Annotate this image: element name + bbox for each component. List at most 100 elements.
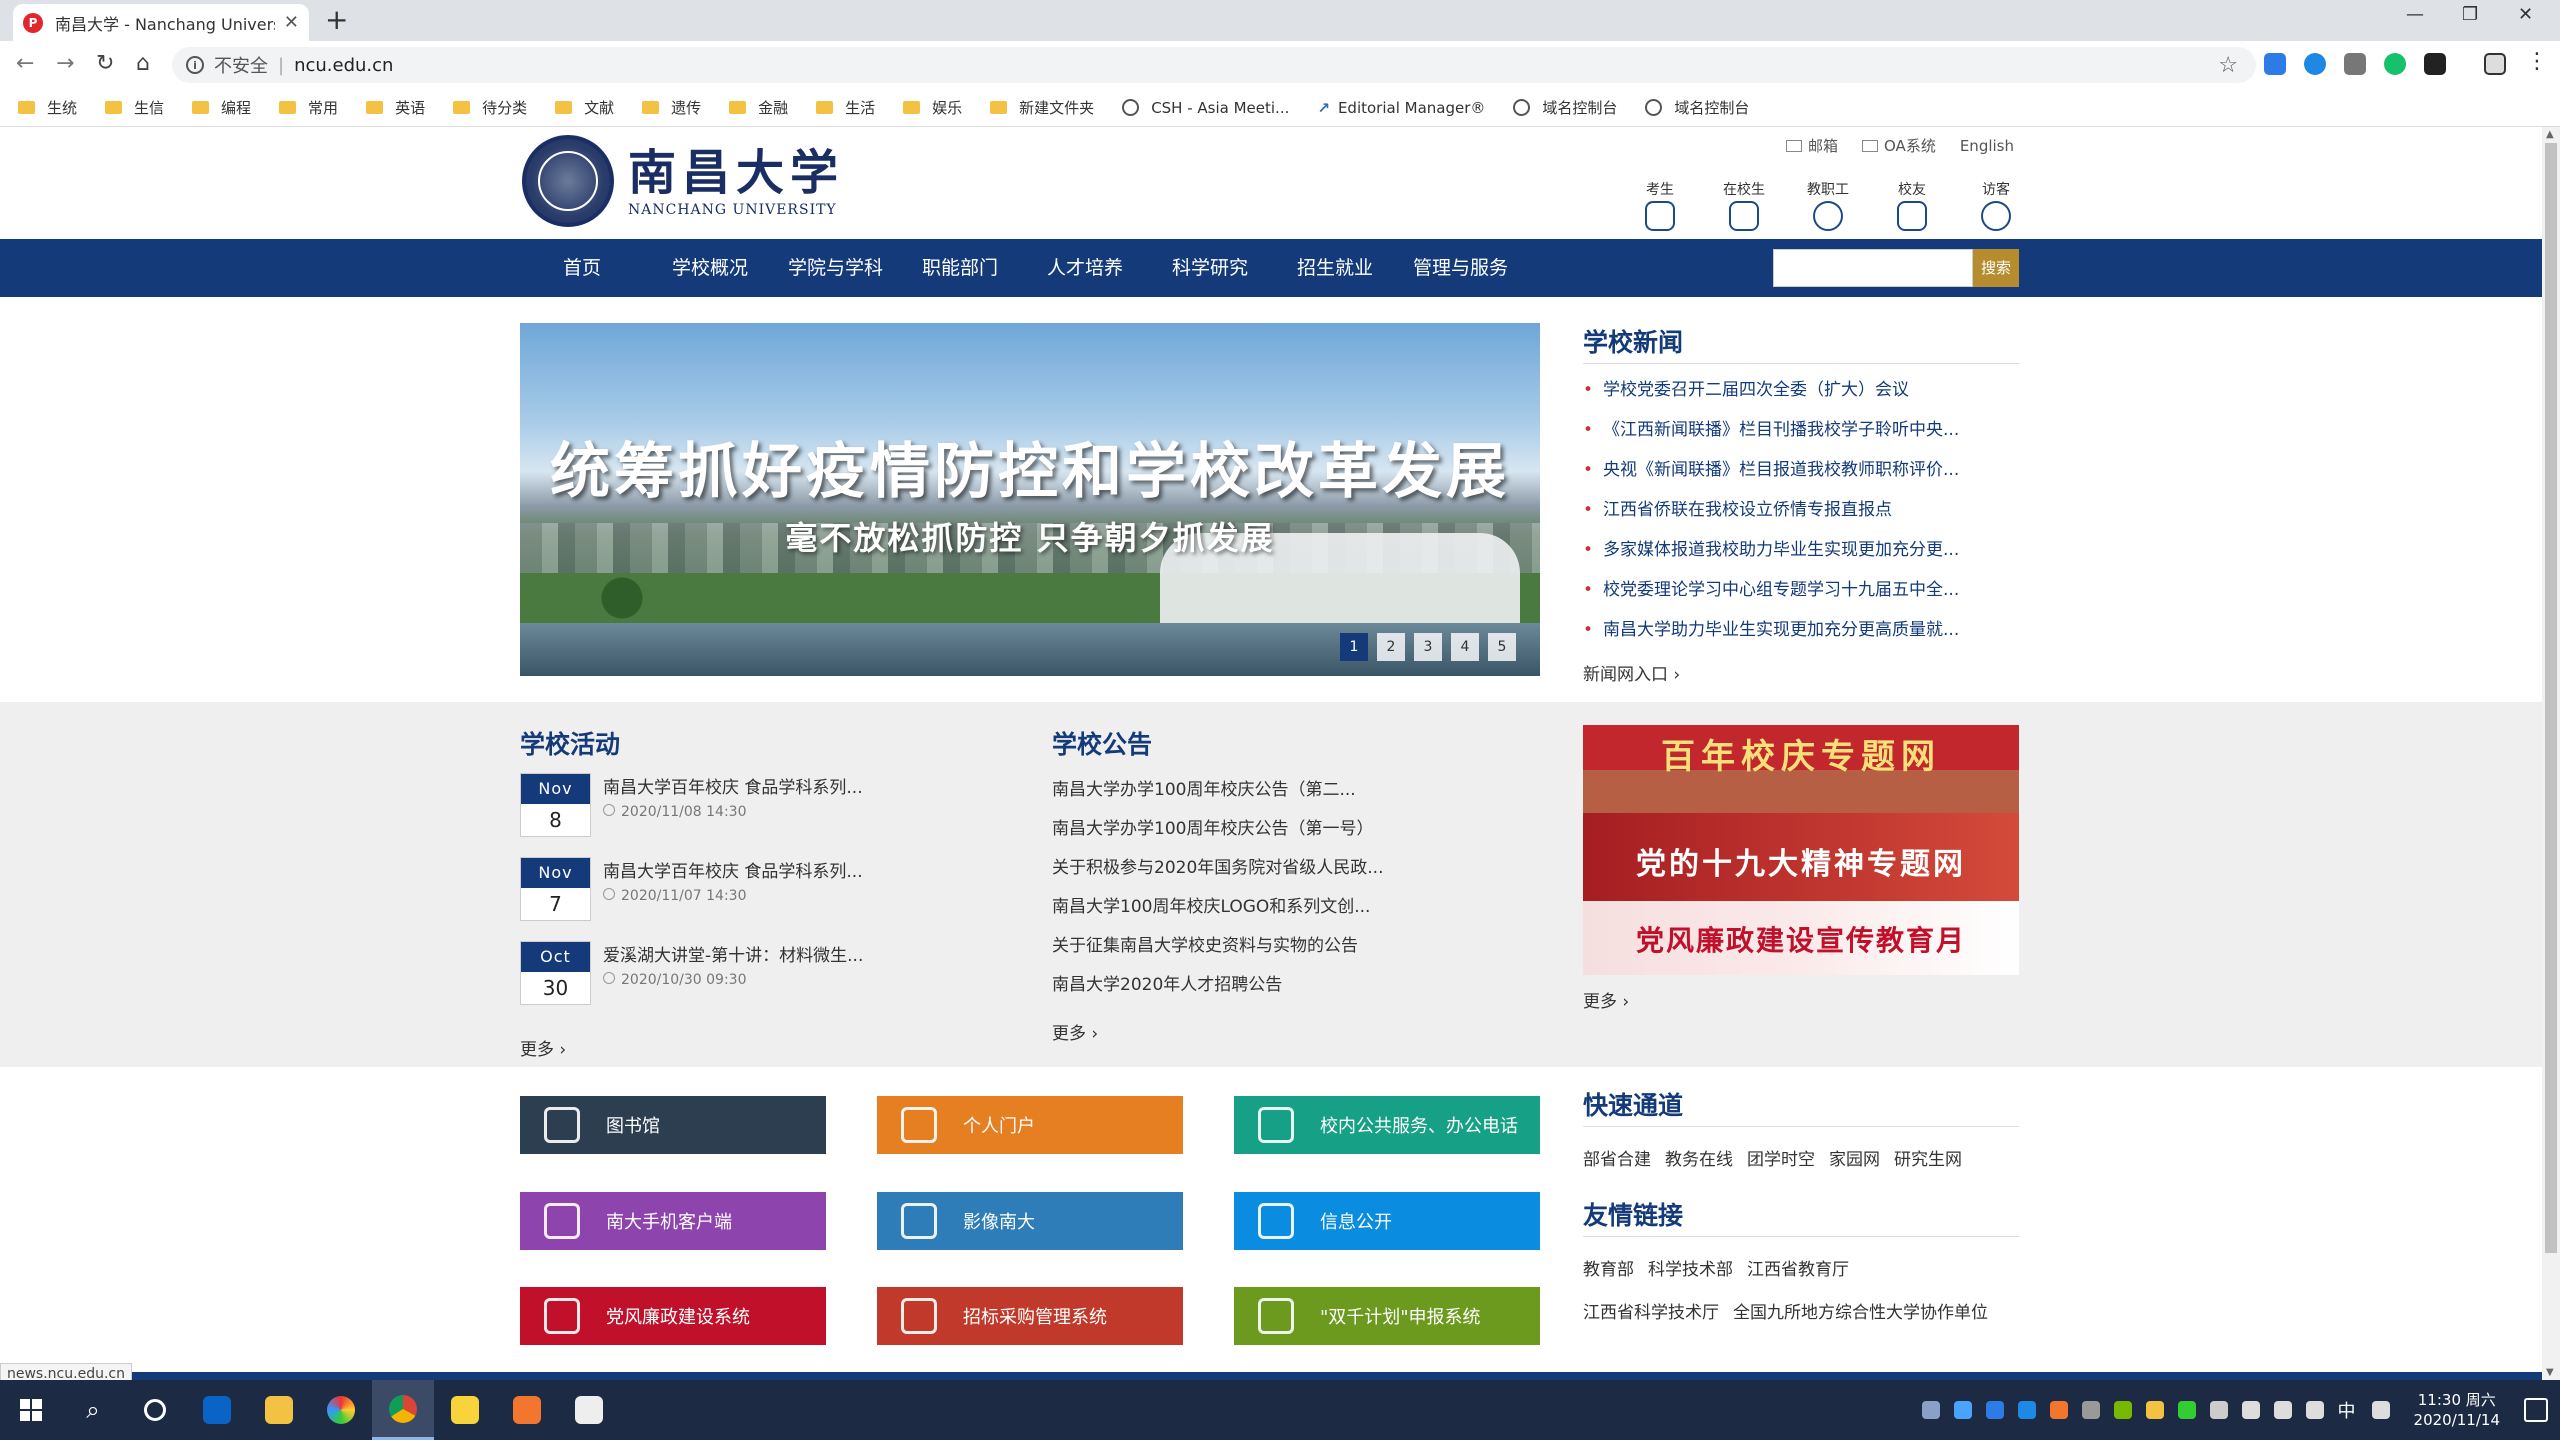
bookmark-item[interactable]: 编程 [192, 97, 251, 118]
news-item[interactable]: • 多家媒体报道我校助力毕业生实现更加充分更... [1583, 530, 2019, 570]
bookmark-item[interactable]: 文献 [555, 97, 614, 118]
party-congress-topic-banner[interactable]: 党的十九大精神专题网 [1583, 813, 2019, 901]
nav-services[interactable]: 管理与服务 [1413, 239, 1508, 297]
minimize-icon[interactable]: — [2406, 4, 2424, 25]
service-tile[interactable]: "双千计划"申报系统 [1234, 1287, 1540, 1345]
nav-departments[interactable]: 职能部门 [922, 239, 998, 297]
nav-research[interactable]: 科学研究 [1172, 239, 1248, 297]
browser-tab[interactable]: P 南昌大学 - Nanchang University ✕ [13, 4, 309, 41]
service-tile[interactable]: 校内公共服务、办公电话 [1234, 1096, 1540, 1154]
profile-icon[interactable] [2484, 53, 2506, 75]
bookmark-item[interactable]: 常用 [279, 97, 338, 118]
text-link[interactable]: 全国九所地方综合性大学协作单位 [1733, 1303, 1988, 1323]
text-link[interactable]: 江西省科学技术厅 [1583, 1303, 1719, 1323]
scroll-up-arrow-icon[interactable]: ▲ [2546, 129, 2554, 140]
activity-item[interactable]: Oct 30 爱溪湖大讲堂-第十讲：材料微生... 2020/10/30 09:30 [520, 941, 900, 1013]
bookmark-item[interactable]: 域名控制台 [1513, 97, 1617, 118]
shield-icon[interactable] [2177, 1401, 2196, 1419]
role-applicant[interactable]: 考生 [1618, 179, 1702, 231]
start-button[interactable] [0, 1380, 62, 1440]
news-item[interactable]: • 央视《新闻联播》栏目报道我校教师职称评价... [1583, 450, 2019, 490]
back-icon[interactable]: ← [16, 51, 34, 76]
service-tile[interactable]: 南大手机客户端 [520, 1192, 826, 1250]
text-link[interactable]: 研究生网 [1894, 1150, 1962, 1170]
news-item[interactable]: • 学校党委召开二届四次全委（扩大）会议 [1583, 370, 2019, 410]
role-alumni[interactable]: 校友 [1870, 179, 1954, 231]
ime-indicator[interactable]: 中 [2338, 1397, 2356, 1423]
nav-admissions[interactable]: 招生就业 [1297, 239, 1373, 297]
cloud-extension-icon[interactable] [2304, 53, 2326, 75]
service-tile[interactable]: 图书馆 [520, 1096, 826, 1154]
service-tile[interactable]: 影像南大 [877, 1192, 1183, 1250]
home-icon[interactable]: ⌂ [136, 51, 150, 76]
oa-link[interactable]: OA系统 [1862, 135, 1936, 156]
text-link[interactable]: 江西省教育厅 [1747, 1260, 1849, 1280]
close-tab-icon[interactable]: ✕ [284, 12, 299, 33]
nav-home[interactable]: 首页 [563, 239, 601, 297]
banner-page-4[interactable]: 4 [1451, 633, 1479, 661]
bookmark-item[interactable]: 域名控制台 [1645, 97, 1749, 118]
bluetooth-icon[interactable] [1953, 1401, 1972, 1419]
activities-more-link[interactable]: 更多 › [520, 1035, 900, 1060]
restore-icon[interactable]: ❐ [2462, 4, 2478, 25]
cortana-button[interactable] [124, 1380, 186, 1440]
bookmark-item[interactable]: ↗ Editorial Manager® [1317, 99, 1485, 117]
banner-page-1[interactable]: 1 [1340, 633, 1368, 661]
page-scrollbar[interactable]: ▲ ▼ [2542, 127, 2560, 1380]
university-logo[interactable]: 南昌大学 NANCHANG UNIVERSITY [522, 135, 844, 227]
app-launcher[interactable] [496, 1380, 558, 1440]
news-portal-link[interactable]: 新闻网入口 › [1583, 660, 2019, 685]
role-student[interactable]: 在校生 [1702, 179, 1786, 231]
role-visitor[interactable]: 访客 [1954, 179, 2038, 231]
news-item[interactable]: • 南昌大学助力毕业生实现更加充分更高质量就... [1583, 610, 2019, 650]
banner-page-2[interactable]: 2 [1377, 633, 1405, 661]
banner-page-5[interactable]: 5 [1488, 633, 1516, 661]
bookmark-item[interactable]: 英语 [366, 97, 425, 118]
news-item[interactable]: • 江西省侨联在我校设立侨情专报直报点 [1583, 490, 2019, 530]
english-link[interactable]: English [1960, 135, 2014, 156]
specials-more-link[interactable]: 更多 › [1583, 987, 2019, 1012]
activity-item[interactable]: Nov 8 南昌大学百年校庆 食品学科系列... 2020/11/08 14:30 [520, 773, 900, 845]
scroll-down-arrow-icon[interactable]: ▼ [2546, 1367, 2554, 1378]
bookmark-item[interactable]: 遗传 [642, 97, 701, 118]
notice-item[interactable]: 南昌大学办学100周年校庆公告（第一号） [1052, 810, 1432, 849]
network-icon[interactable] [2273, 1401, 2292, 1419]
ime-mode-icon[interactable] [2371, 1401, 2390, 1419]
text-link[interactable]: 家园网 [1829, 1150, 1880, 1170]
text-link[interactable]: 部省合建 [1583, 1150, 1651, 1170]
mail-link[interactable]: 邮箱 [1786, 135, 1838, 156]
tray-app-icon[interactable] [1921, 1401, 1940, 1419]
nav-colleges[interactable]: 学院与学科 [788, 239, 883, 297]
notice-item[interactable]: 南昌大学2020年人才招聘公告 [1052, 966, 1432, 1005]
service-tile[interactable]: 个人门户 [877, 1096, 1183, 1154]
bookmark-item[interactable]: 金融 [729, 97, 788, 118]
activity-item[interactable]: Nov 7 南昌大学百年校庆 食品学科系列... 2020/11/07 14:30 [520, 857, 900, 929]
typora-app[interactable] [558, 1380, 620, 1440]
tray-overflow-icon[interactable] [2209, 1401, 2228, 1419]
nvidia-icon[interactable] [2113, 1401, 2132, 1419]
bookmark-item[interactable]: 娱乐 [903, 97, 962, 118]
text-link[interactable]: 团学时空 [1747, 1150, 1815, 1170]
onedrive-icon[interactable] [2017, 1401, 2036, 1419]
close-window-icon[interactable]: ✕ [2518, 4, 2533, 25]
volume-icon[interactable] [2305, 1401, 2324, 1419]
tray-app-icon[interactable] [2049, 1401, 2068, 1419]
site-search-input[interactable] [1773, 249, 1973, 287]
extension-icon[interactable] [2264, 53, 2286, 75]
nav-education[interactable]: 人才培养 [1047, 239, 1123, 297]
reload-icon[interactable]: ↻ [96, 51, 114, 76]
integrity-month-banner[interactable]: 党风廉政建设宣传教育月 [1583, 901, 2019, 975]
tray-app-icon[interactable] [1985, 1401, 2004, 1419]
menu-kebab-icon[interactable]: ⋮ [2526, 49, 2548, 74]
tray-app-icon[interactable] [2081, 1401, 2100, 1419]
banner-page-3[interactable]: 3 [1414, 633, 1442, 661]
news-item[interactable]: • 《江西新闻联播》栏目刊播我校学子聆听中央... [1583, 410, 2019, 450]
notice-item[interactable]: 关于征集南昌大学校史资料与实物的公告 [1052, 927, 1432, 966]
role-staff[interactable]: 教职工 [1786, 179, 1870, 231]
bookmark-item[interactable]: 新建文件夹 [990, 97, 1094, 118]
grammarly-icon[interactable] [2384, 53, 2406, 75]
notice-item[interactable]: 南昌大学100周年校庆LOGO和系列文创... [1052, 888, 1432, 927]
bookmark-item[interactable]: 生统 [18, 97, 77, 118]
service-tile[interactable]: 招标采购管理系统 [877, 1287, 1183, 1345]
chrome-app[interactable] [372, 1380, 434, 1440]
